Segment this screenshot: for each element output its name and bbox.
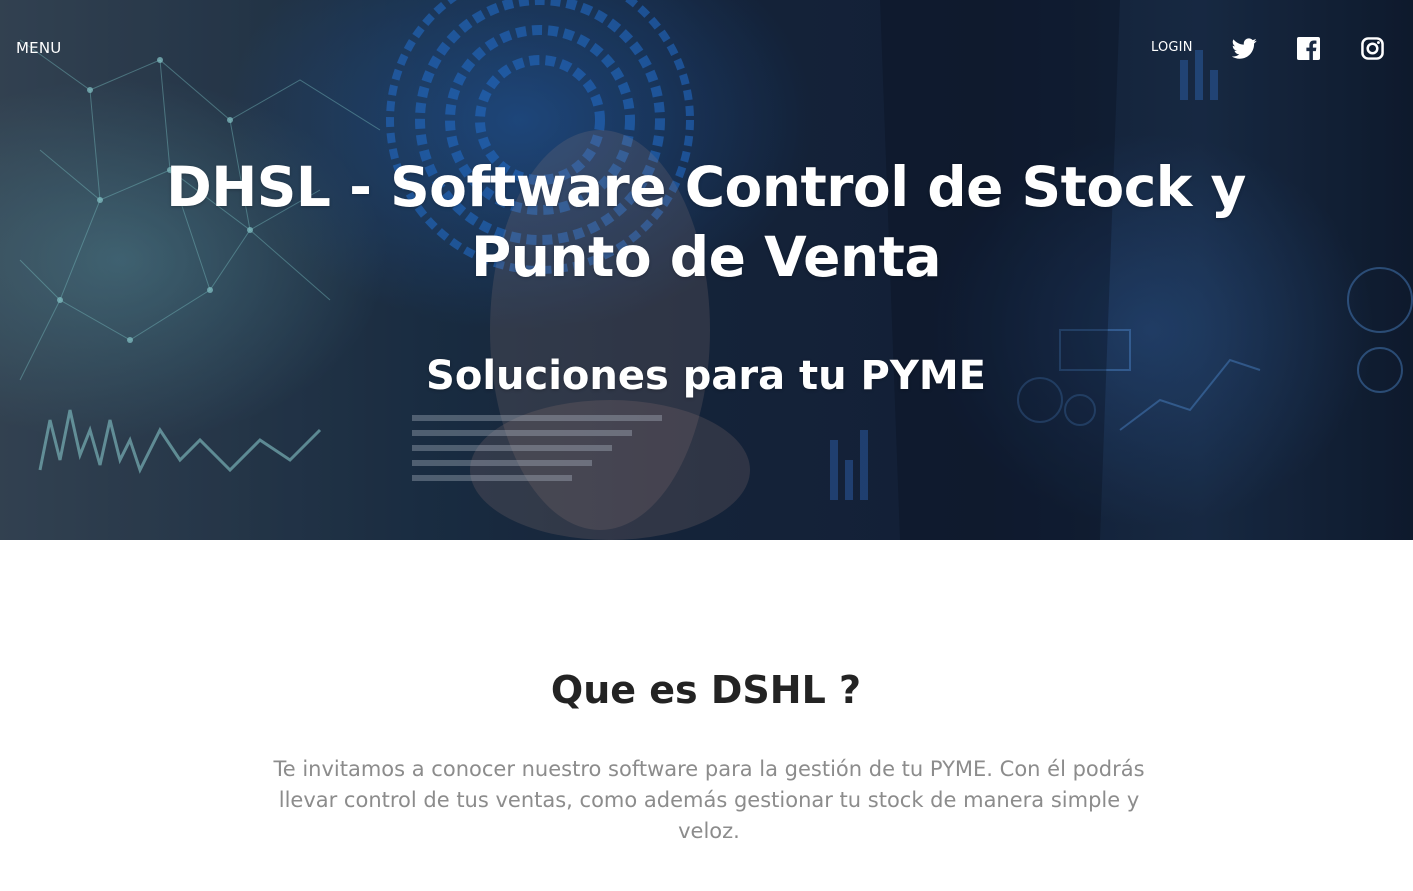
hero-title: DHSL - Software Control de Stock y Punto… <box>166 155 1246 289</box>
twitter-icon[interactable] <box>1231 36 1257 61</box>
menu-link[interactable]: MENU <box>16 39 61 57</box>
facebook-icon[interactable] <box>1297 37 1320 60</box>
login-link[interactable]: LOGIN <box>1151 40 1193 55</box>
section-description: Te invitamos a conocer nuestro software … <box>273 757 1145 843</box>
hero-banner: MENU LOGIN DHSL - Software Control de St… <box>0 0 1413 540</box>
hero-subtitle: Soluciones para tu PYME <box>426 353 986 399</box>
section-heading: Que es DSHL ? <box>550 668 862 712</box>
instagram-icon[interactable] <box>1361 37 1384 60</box>
